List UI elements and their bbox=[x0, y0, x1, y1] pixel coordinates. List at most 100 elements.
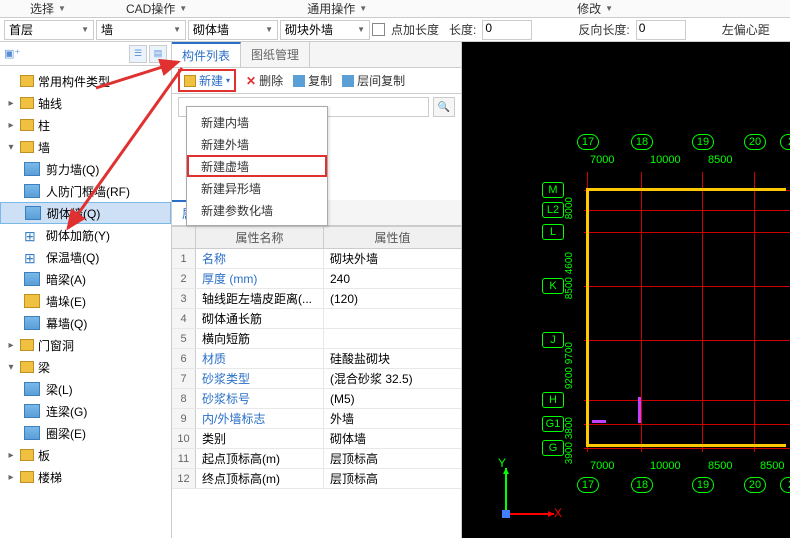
menu-modify[interactable]: 修改▼ bbox=[397, 0, 643, 17]
search-button[interactable]: 🔍 bbox=[433, 97, 455, 117]
cat3-combo[interactable]: 砌块外墙▼ bbox=[280, 20, 370, 40]
tree-item-beam-1[interactable]: 连梁(G) bbox=[0, 400, 171, 422]
prop-value[interactable]: 砌块外墙 bbox=[324, 249, 461, 268]
add-icon[interactable]: ▣⁺ bbox=[4, 47, 20, 60]
property-row[interactable]: 7砂浆类型(混合砂浆 32.5) bbox=[172, 369, 461, 389]
menu-cad[interactable]: CAD操作▼ bbox=[96, 0, 217, 17]
cat1-combo[interactable]: 墙▼ bbox=[96, 20, 186, 40]
prop-value[interactable]: (M5) bbox=[324, 389, 461, 408]
prop-value[interactable]: 层顶标高 bbox=[324, 449, 461, 468]
property-row[interactable]: 3轴线距左墙皮距离(...(120) bbox=[172, 289, 461, 309]
dropdown-item-2[interactable]: 新建虚墙 bbox=[187, 155, 327, 177]
property-row[interactable]: 5横向短筋 bbox=[172, 329, 461, 349]
tree-item-wall-3[interactable]: 砌体加筋(Y) bbox=[0, 224, 171, 246]
tree-root-beam[interactable]: ▾梁 bbox=[0, 356, 171, 378]
wall-element[interactable] bbox=[586, 444, 786, 447]
grid-row-label: H bbox=[542, 392, 564, 408]
tab-component-list[interactable]: 构件列表 bbox=[172, 42, 241, 67]
wall-element[interactable] bbox=[638, 397, 641, 423]
prop-value[interactable]: 层顶标高 bbox=[324, 469, 461, 488]
property-row[interactable]: 11起点顶标高(m)层顶标高 bbox=[172, 449, 461, 469]
property-row[interactable]: 1名称砌块外墙 bbox=[172, 249, 461, 269]
property-row[interactable]: 2厚度 (mm)240 bbox=[172, 269, 461, 289]
cad-canvas[interactable]: 1718192027000100008500171819202700010000… bbox=[462, 42, 790, 538]
tree-item-wall-1[interactable]: 人防门框墙(RF) bbox=[0, 180, 171, 202]
grid-col-label: 19 bbox=[692, 477, 714, 493]
tree-item-wall-4[interactable]: 保温墙(Q) bbox=[0, 246, 171, 268]
revlen-input[interactable]: 0 bbox=[636, 20, 686, 40]
grid-col-label: 20 bbox=[744, 477, 766, 493]
prop-value[interactable]: 硅酸盐砌块 bbox=[324, 349, 461, 368]
prop-value[interactable]: 240 bbox=[324, 269, 461, 288]
copy-button[interactable]: 复制 bbox=[293, 72, 332, 89]
prop-name: 砂浆类型 bbox=[196, 369, 324, 388]
tree-item-wall-2[interactable]: 砌体墙(Q) bbox=[0, 202, 171, 224]
property-row[interactable]: 4砌体通长筋 bbox=[172, 309, 461, 329]
dim-label: 8500 bbox=[708, 460, 732, 472]
prop-value[interactable]: (混合砂浆 32.5) bbox=[324, 369, 461, 388]
tree-root-door[interactable]: ▸门窗洞 bbox=[0, 334, 171, 356]
wall-element[interactable] bbox=[586, 188, 589, 446]
prop-name: 名称 bbox=[196, 249, 324, 268]
top-menu: 选择▼ CAD操作▼ 通用操作▼ 修改▼ bbox=[0, 0, 790, 18]
dropdown-item-0[interactable]: 新建内墙 bbox=[187, 111, 327, 133]
tree-item-wall-0[interactable]: 剪力墙(Q) bbox=[0, 158, 171, 180]
dropdown-item-4[interactable]: 新建参数化墙 bbox=[187, 199, 327, 221]
delete-button[interactable]: ✕删除 bbox=[246, 72, 283, 89]
grid-col-label: 18 bbox=[631, 134, 653, 150]
new-icon bbox=[184, 75, 196, 87]
dropdown-item-1[interactable]: 新建外墙 bbox=[187, 133, 327, 155]
prop-value[interactable]: (120) bbox=[324, 289, 461, 308]
len-label: 长度: bbox=[445, 21, 480, 38]
dropdown-item-3[interactable]: 新建异形墙 bbox=[187, 177, 327, 199]
menu-general[interactable]: 通用操作▼ bbox=[217, 0, 397, 17]
tree-root-slab[interactable]: ▸板 bbox=[0, 444, 171, 466]
component-icon bbox=[24, 382, 40, 396]
tab-drawing-mgmt[interactable]: 图纸管理 bbox=[241, 42, 310, 67]
grid-col-label: 17 bbox=[577, 134, 599, 150]
property-row[interactable]: 8砂浆标号(M5) bbox=[172, 389, 461, 409]
prop-value[interactable] bbox=[324, 309, 461, 328]
addlen-checkbox[interactable] bbox=[372, 23, 385, 36]
grid-row-label: L2 bbox=[542, 202, 564, 218]
tree-root-wall[interactable]: ▾墙 bbox=[0, 136, 171, 158]
menu-select[interactable]: 选择▼ bbox=[0, 0, 96, 17]
dim-label: 7000 bbox=[590, 460, 614, 472]
tree-root-axis[interactable]: ▸轴线 bbox=[0, 92, 171, 114]
wall-element[interactable] bbox=[586, 188, 786, 191]
tree-item-wall-5[interactable]: 暗梁(A) bbox=[0, 268, 171, 290]
tree-root-column[interactable]: ▸柱 bbox=[0, 114, 171, 136]
tree-root-common[interactable]: 常用构件类型 bbox=[0, 70, 171, 92]
view-icon-2[interactable]: ▤ bbox=[149, 45, 167, 63]
layercopy-button[interactable]: 层间复制 bbox=[342, 72, 405, 89]
prop-name: 起点顶标高(m) bbox=[196, 449, 324, 468]
prop-value[interactable]: 外墙 bbox=[324, 409, 461, 428]
property-row[interactable]: 6材质硅酸盐砌块 bbox=[172, 349, 461, 369]
tree-item-wall-6[interactable]: 墙垛(E) bbox=[0, 290, 171, 312]
len-input[interactable]: 0 bbox=[482, 20, 532, 40]
prop-name: 砂浆标号 bbox=[196, 389, 324, 408]
prop-value[interactable] bbox=[324, 329, 461, 348]
tree-item-beam-0[interactable]: 梁(L) bbox=[0, 378, 171, 400]
floor-combo[interactable]: 首层▼ bbox=[4, 20, 94, 40]
property-row[interactable]: 9内/外墙标志外墙 bbox=[172, 409, 461, 429]
prop-value[interactable]: 砌体墙 bbox=[324, 429, 461, 448]
property-row[interactable]: 10类别砌体墙 bbox=[172, 429, 461, 449]
property-row[interactable]: 12终点顶标高(m)层顶标高 bbox=[172, 469, 461, 489]
cat2-combo[interactable]: 砌体墙▼ bbox=[188, 20, 278, 40]
dim-label: 10000 bbox=[650, 460, 681, 472]
wall-element[interactable] bbox=[592, 420, 606, 423]
copy-icon bbox=[293, 75, 305, 87]
grid-row-label: G1 bbox=[542, 416, 564, 432]
params-bar: 首层▼ 墙▼ 砌体墙▼ 砌块外墙▼ 点加长度 长度: 0 反向长度: 0 左偏心… bbox=[0, 18, 790, 42]
dim-label: 7000 bbox=[590, 154, 614, 166]
grid-line bbox=[584, 424, 790, 425]
component-icon bbox=[24, 250, 40, 264]
tree-item-wall-7[interactable]: 幕墙(Q) bbox=[0, 312, 171, 334]
dim-label: 10000 bbox=[650, 154, 681, 166]
new-button[interactable]: 新建▾ bbox=[178, 69, 236, 92]
view-icon-1[interactable]: ☰ bbox=[129, 45, 147, 63]
tree-root-stair[interactable]: ▸楼梯 bbox=[0, 466, 171, 488]
prop-name: 材质 bbox=[196, 349, 324, 368]
tree-item-beam-2[interactable]: 圈梁(E) bbox=[0, 422, 171, 444]
